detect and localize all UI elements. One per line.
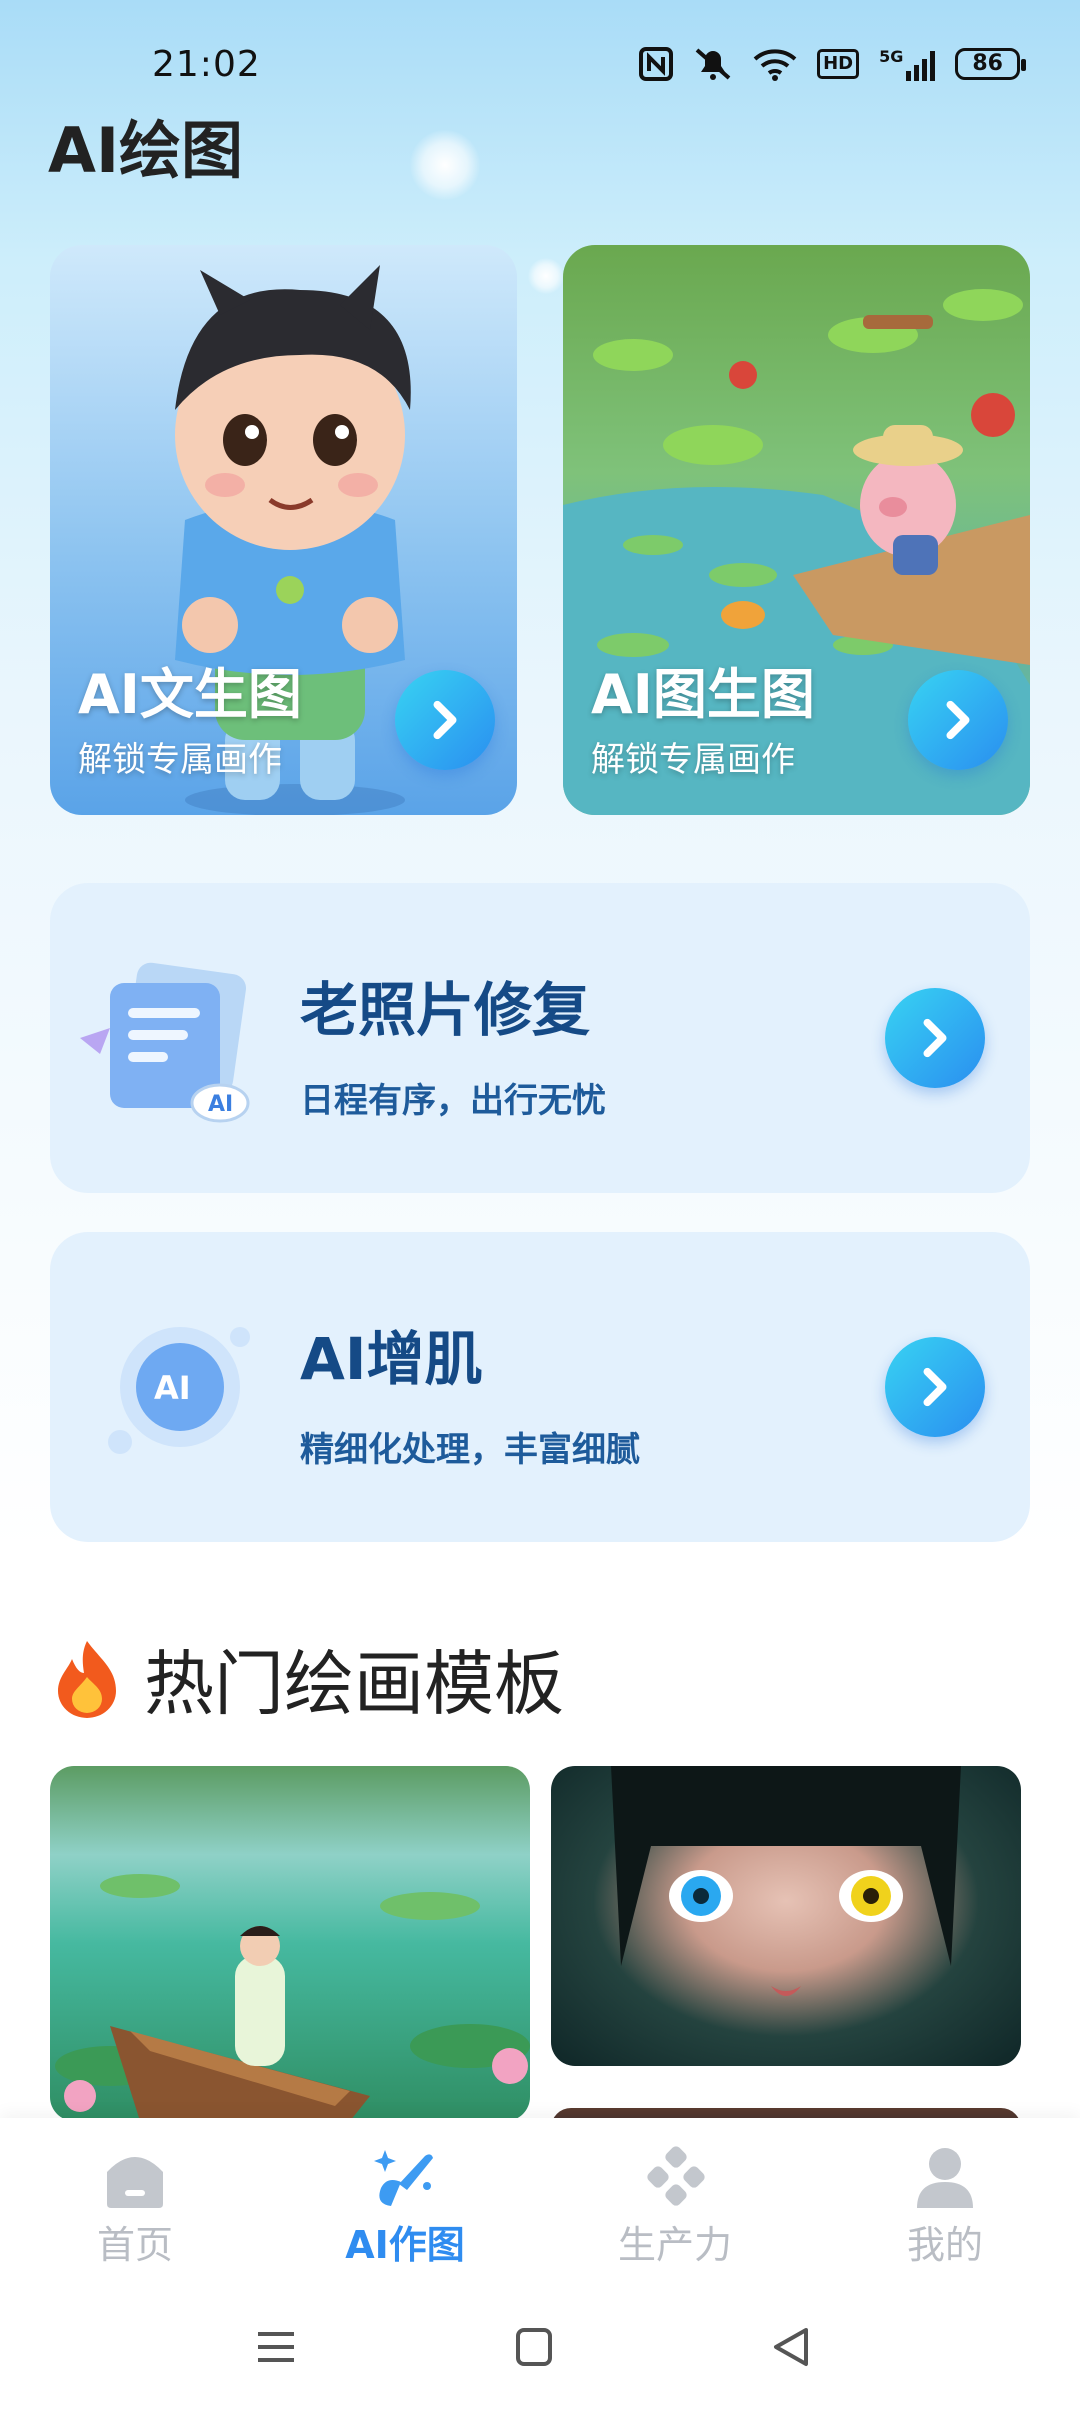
back-icon[interactable] bbox=[764, 2322, 820, 2372]
nav-productivity[interactable]: 生产力 bbox=[540, 2146, 810, 2269]
hot-templates-heading: 热门绘画模板 bbox=[50, 1628, 564, 1729]
status-icons: HD 5G 86 bbox=[639, 46, 1026, 82]
ai-badge-text: AI bbox=[154, 1369, 191, 1407]
card-title: AI文生图 bbox=[78, 663, 302, 726]
nav-label: 我的 bbox=[906, 2223, 983, 2267]
nav-home[interactable]: 首页 bbox=[0, 2146, 270, 2269]
template-image bbox=[611, 1766, 961, 1996]
wifi-icon bbox=[753, 49, 797, 81]
image-to-image-card[interactable]: AI图生图 解锁专属画作 bbox=[563, 245, 1030, 815]
chevron-right-icon bbox=[923, 1018, 947, 1058]
page-title: AI绘图 bbox=[48, 114, 244, 187]
profile-icon bbox=[917, 2148, 973, 2208]
text-to-image-card[interactable]: AI文生图 解锁专属画作 bbox=[50, 245, 517, 815]
nav-label: 首页 bbox=[96, 2223, 173, 2267]
ai-bubble-icon: AI bbox=[108, 1327, 250, 1454]
ai-draw-icon bbox=[374, 2150, 433, 2206]
section-title: 热门绘画模板 bbox=[144, 1643, 564, 1725]
hd-icon: HD bbox=[817, 49, 860, 79]
square-icon[interactable] bbox=[506, 2322, 562, 2372]
mute-icon bbox=[695, 48, 731, 80]
document-ai-icon: AI bbox=[80, 962, 250, 1123]
template-tile[interactable] bbox=[50, 1766, 530, 2121]
sparkle-decoration bbox=[528, 258, 564, 294]
status-time: 21:02 bbox=[152, 44, 261, 85]
card-title: AI图生图 bbox=[591, 663, 815, 726]
photo-restore-card[interactable]: AI 老照片修复 日程有序，出行无忧 bbox=[50, 883, 1030, 1193]
menu-icon[interactable] bbox=[248, 2322, 304, 2372]
nav-ai-draw[interactable]: AI作图 bbox=[270, 2146, 540, 2269]
tool-subtitle: 精细化处理，丰富细腻 bbox=[300, 1430, 640, 1470]
template-image bbox=[55, 1874, 530, 2121]
tool-title: 老照片修复 bbox=[300, 976, 591, 1044]
productivity-icon bbox=[647, 2146, 705, 2206]
chevron-right-icon bbox=[946, 700, 970, 740]
tool-title: AI增肌 bbox=[300, 1325, 483, 1393]
home-icon bbox=[107, 2157, 163, 2208]
chevron-right-icon bbox=[433, 700, 457, 740]
network-type: 5G bbox=[879, 47, 904, 66]
fire-icon bbox=[58, 1640, 116, 1718]
ai-muscle-arrow-button[interactable] bbox=[885, 1337, 985, 1437]
card-subtitle: 解锁专属画作 bbox=[78, 740, 282, 780]
ai-badge-text: AI bbox=[208, 1092, 233, 1117]
photo-restore-arrow-button[interactable] bbox=[885, 988, 985, 1088]
ai-muscle-card[interactable]: AI AI增肌 精细化处理，丰富细腻 bbox=[50, 1232, 1030, 1542]
sparkle-decoration bbox=[410, 130, 480, 200]
nfc-icon bbox=[639, 47, 674, 81]
battery-icon: 86 bbox=[955, 48, 1026, 80]
card-subtitle: 解锁专属画作 bbox=[591, 740, 795, 780]
nav-label: AI作图 bbox=[345, 2223, 465, 2267]
text-to-image-arrow-button[interactable] bbox=[395, 670, 495, 770]
nav-profile[interactable]: 我的 bbox=[810, 2146, 1080, 2269]
chevron-right-icon bbox=[923, 1367, 947, 1407]
template-tile[interactable] bbox=[551, 1766, 1021, 2066]
signal-icon: 5G bbox=[879, 47, 936, 81]
nav-label: 生产力 bbox=[617, 2223, 732, 2267]
tool-subtitle: 日程有序，出行无忧 bbox=[300, 1081, 606, 1121]
image-to-image-arrow-button[interactable] bbox=[908, 670, 1008, 770]
